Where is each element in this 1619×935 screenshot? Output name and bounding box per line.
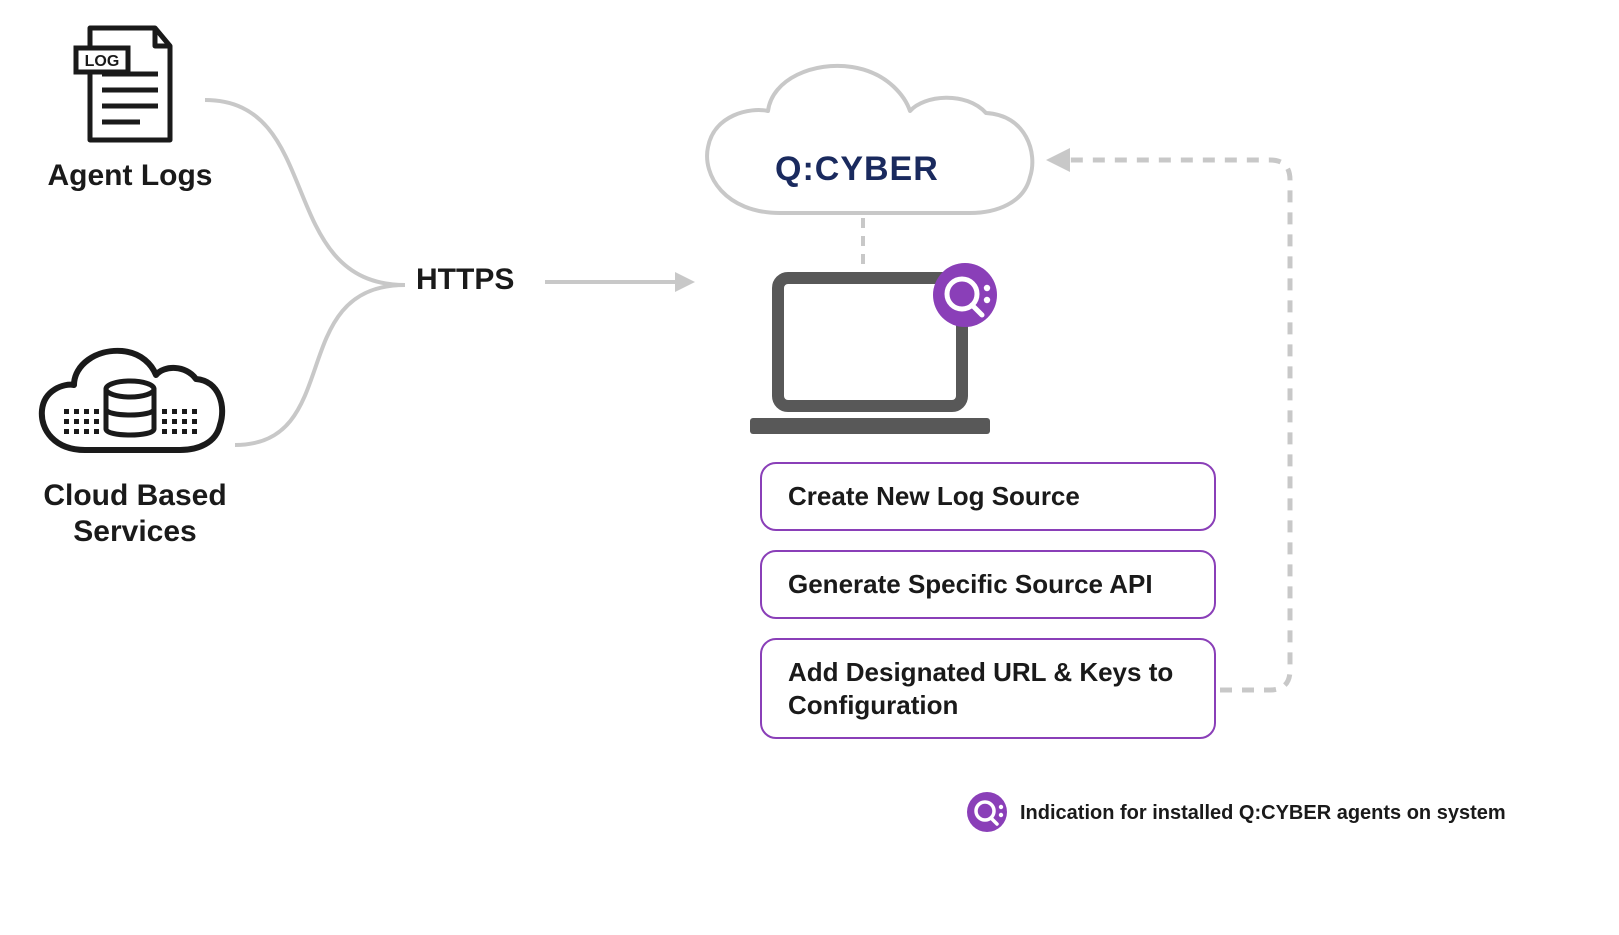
- q-badge-icon: [930, 260, 1000, 330]
- feedback-arrow-icon: [1000, 140, 1310, 700]
- cloud-services-icon: [30, 335, 230, 475]
- https-label: HTTPS: [416, 263, 514, 297]
- connector-top-icon: [205, 90, 405, 300]
- agent-logs-icon: LOG: [70, 20, 190, 150]
- cloud-services-label: Cloud Based Services: [10, 478, 260, 550]
- connector-bottom-icon: [235, 280, 405, 455]
- qcyber-brand-label: Q:CYBER: [775, 150, 939, 189]
- svg-text:LOG: LOG: [85, 53, 120, 70]
- qcyber-cloud-icon: [680, 55, 1050, 225]
- https-arrow-icon: [545, 268, 695, 296]
- legend-q-badge-icon: [965, 790, 1009, 834]
- legend-label: Indication for installed Q:CYBER agents …: [1020, 802, 1506, 825]
